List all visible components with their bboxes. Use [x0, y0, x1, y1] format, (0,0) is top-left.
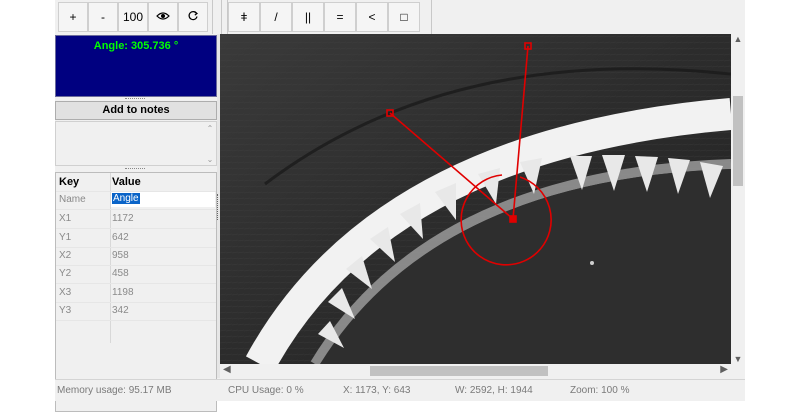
angle-tool-button[interactable]: <: [356, 2, 388, 32]
diagonal-line-tool-button[interactable]: /: [260, 2, 292, 32]
scroll-corner: [731, 364, 745, 378]
chevron-up-icon[interactable]: ⌃: [205, 124, 215, 133]
value-cell[interactable]: 1172: [112, 213, 212, 224]
value-cell[interactable]: 642: [112, 232, 212, 243]
image-viewer[interactable]: [220, 34, 731, 364]
table-row[interactable]: Name Angle: [56, 191, 216, 210]
value-cell[interactable]: 958: [112, 250, 212, 261]
value-edit-field[interactable]: Angle: [111, 192, 215, 207]
left-panel: Angle: 305.736 ° Add to notes ⌃ ⌄ Key Va…: [55, 34, 217, 412]
app-window: + - 100 ǂ / || = < □ Angle: 305.736 ° Ad…: [55, 0, 745, 412]
table-row[interactable]: X1 1172: [56, 210, 216, 229]
value-cell[interactable]: 458: [112, 268, 212, 279]
key-cell: Y2: [59, 268, 72, 279]
horizontal-scrollbar[interactable]: ◀ ▶: [220, 364, 731, 378]
key-cell: X3: [59, 287, 72, 298]
add-to-notes-button[interactable]: Add to notes: [55, 101, 217, 120]
vertical-line-tool-button[interactable]: ǂ: [228, 2, 260, 32]
zoom-level: Zoom: 100 %: [570, 385, 630, 396]
cursor-position: X: 1173, Y: 643: [343, 385, 411, 396]
eye-icon: [156, 10, 170, 24]
table-row[interactable]: Y3 342: [56, 302, 216, 321]
chevron-down-icon[interactable]: ⌄: [205, 155, 215, 164]
scroll-left-icon[interactable]: ◀: [223, 364, 231, 375]
value-cell[interactable]: 342: [112, 305, 212, 316]
microscope-image[interactable]: [220, 34, 731, 364]
key-cell: Y3: [59, 305, 72, 316]
measure-tools-group: ǂ / || = < □: [227, 0, 432, 34]
horizontal-lines-tool-button[interactable]: =: [324, 2, 356, 32]
view-toggle-button[interactable]: [148, 2, 178, 32]
scroll-down-icon[interactable]: ▼: [731, 354, 745, 364]
splitter-grip[interactable]: [125, 168, 145, 171]
zoom-out-button[interactable]: -: [88, 2, 118, 32]
key-cell: Y1: [59, 232, 72, 243]
key-cell: X2: [59, 250, 72, 261]
parallel-lines-tool-button[interactable]: ||: [292, 2, 324, 32]
value-header: Value: [112, 176, 141, 188]
vertical-scroll-thumb[interactable]: [733, 96, 743, 186]
key-cell: Name: [59, 194, 86, 205]
notes-scrollbar[interactable]: ⌃ ⌄: [205, 124, 215, 164]
image-size: W: 2592, H: 1944: [455, 385, 533, 396]
vertical-scrollbar[interactable]: ▲ ▼: [731, 34, 745, 364]
angle-readout: Angle: 305.736 °: [93, 40, 179, 52]
key-cell: X1: [59, 213, 72, 224]
rectangle-tool-button[interactable]: □: [388, 2, 420, 32]
table-row[interactable]: X2 958: [56, 247, 216, 266]
value-cell[interactable]: Angle: [112, 193, 140, 204]
memory-usage: Memory usage: 95.17 MB: [57, 385, 172, 396]
notes-textarea[interactable]: ⌃ ⌄: [55, 121, 217, 166]
status-bar: Memory usage: 95.17 MB CPU Usage: 0 % X:…: [55, 379, 745, 401]
reset-view-button[interactable]: [178, 2, 208, 32]
table-row[interactable]: X3 1198: [56, 284, 216, 303]
zoom-in-button[interactable]: +: [58, 2, 88, 32]
rotate-icon: [187, 10, 199, 25]
horizontal-scroll-thumb[interactable]: [370, 366, 548, 376]
table-header: Key Value: [56, 173, 216, 192]
table-row[interactable]: Y2 458: [56, 265, 216, 284]
value-cell[interactable]: 1198: [112, 287, 212, 298]
vertex-handle[interactable]: [509, 215, 517, 223]
table-row[interactable]: Y1 642: [56, 229, 216, 248]
zoom-100-button[interactable]: 100: [118, 2, 148, 32]
key-header: Key: [59, 176, 80, 188]
toolbar-separator: [212, 0, 222, 34]
scroll-right-icon[interactable]: ▶: [720, 364, 728, 375]
cpu-usage: CPU Usage: 0 %: [228, 385, 304, 396]
angle-readout-panel: Angle: 305.736 °: [55, 35, 217, 97]
properties-table: Key Value Name Angle X1 1172 Y1 642 X2 9…: [55, 172, 217, 412]
scroll-up-icon[interactable]: ▲: [731, 34, 745, 44]
toolbar: + - 100 ǂ / || = < □: [55, 0, 745, 35]
